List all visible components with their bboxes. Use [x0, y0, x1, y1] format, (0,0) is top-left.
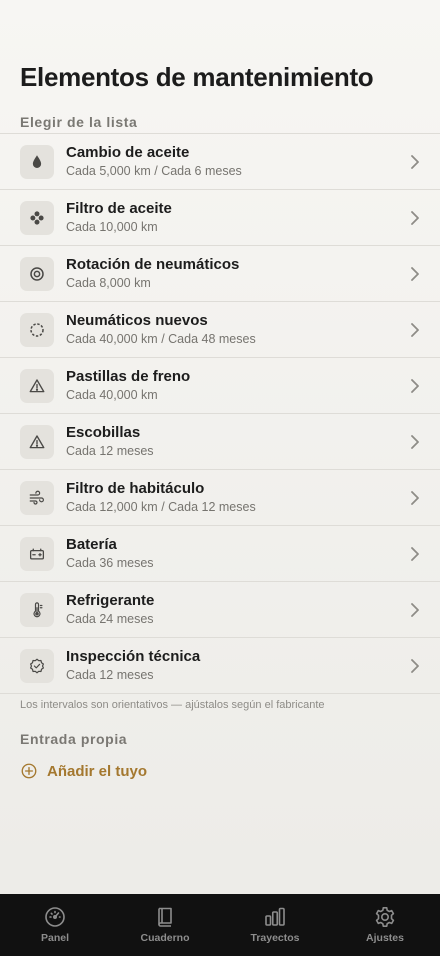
list-item-oil-filter[interactable]: Filtro de aceite Cada 10,000 km: [0, 190, 440, 246]
item-interval: Cada 8,000 km: [66, 276, 151, 290]
item-title: Filtro de habitáculo: [66, 480, 205, 497]
list-item-tire-rotation[interactable]: Rotación de neumáticos Cada 8,000 km: [0, 246, 440, 302]
chevron-right-icon: [411, 154, 419, 169]
tab-label: Trayectos: [250, 932, 300, 944]
bars-icon: [265, 907, 285, 926]
item-title: Inspección técnica: [66, 648, 201, 665]
item-title: Rotación de neumáticos: [66, 256, 240, 273]
section-label-custom: Entrada propia: [20, 731, 128, 747]
list-item-cabin-filter[interactable]: Filtro de habitáculo Cada 12,000 km / Ca…: [0, 470, 440, 526]
tab-bar: Panel Cuaderno Trayectos Ajustes: [0, 894, 440, 956]
thermometer-icon: [20, 592, 54, 627]
page-title: Elementos de mantenimiento: [20, 62, 374, 92]
item-interval: Cada 12 meses: [66, 668, 154, 682]
tab-ajustes[interactable]: Ajustes: [330, 894, 440, 944]
item-title: Cambio de aceite: [66, 144, 190, 161]
drop-icon: [20, 144, 54, 179]
item-title: Pastillas de freno: [66, 368, 191, 385]
list-item-oil-change[interactable]: Cambio de aceite Cada 5,000 km / Cada 6 …: [0, 134, 440, 190]
wind-icon: [20, 480, 54, 515]
section-label-list: Elegir de la lista: [20, 114, 138, 130]
item-title: Escobillas: [66, 424, 141, 441]
item-title: Filtro de aceite: [66, 200, 172, 217]
item-interval: Cada 12 meses: [66, 444, 154, 458]
maintenance-list: Cambio de aceite Cada 5,000 km / Cada 6 …: [0, 133, 440, 694]
book-icon: [158, 907, 172, 927]
list-item-inspection[interactable]: Inspección técnica Cada 12 meses: [0, 638, 440, 694]
item-interval: Cada 5,000 km / Cada 6 meses: [66, 164, 242, 178]
chevron-right-icon: [411, 266, 419, 281]
list-item-brake-pads[interactable]: Pastillas de freno Cada 40,000 km: [0, 358, 440, 414]
interval-note: Los intervalos son orientativos — ajústa…: [20, 699, 325, 711]
item-interval: Cada 40,000 km: [66, 388, 158, 402]
item-interval: Cada 10,000 km: [66, 220, 158, 234]
chevron-right-icon: [411, 546, 419, 561]
item-title: Refrigerante: [66, 592, 155, 609]
chevron-right-icon: [411, 658, 419, 673]
item-interval: Cada 36 meses: [66, 556, 154, 570]
chevron-right-icon: [411, 602, 419, 617]
tab-panel[interactable]: Panel: [0, 894, 110, 944]
check-badge-icon: [20, 648, 54, 683]
tab-label: Ajustes: [366, 932, 404, 944]
plus-circle-icon: [21, 763, 37, 779]
add-custom-button[interactable]: Añadir el tuyo: [20, 762, 147, 780]
item-interval: Cada 40,000 km / Cada 48 meses: [66, 332, 256, 346]
tire-icon: [20, 312, 54, 347]
chevron-right-icon: [411, 378, 419, 393]
list-item-new-tires[interactable]: Neumáticos nuevos Cada 40,000 km / Cada …: [0, 302, 440, 358]
list-item-wipers[interactable]: Escobillas Cada 12 meses: [0, 414, 440, 470]
item-interval: Cada 12,000 km / Cada 12 meses: [66, 500, 256, 514]
list-item-battery[interactable]: Batería Cada 36 meses: [0, 526, 440, 582]
tab-trayectos[interactable]: Trayectos: [220, 894, 330, 944]
filter-dots-icon: [20, 200, 54, 235]
add-custom-label: Añadir el tuyo: [47, 762, 148, 780]
tab-cuaderno[interactable]: Cuaderno: [110, 894, 220, 944]
chevron-right-icon: [411, 322, 419, 337]
warning-icon: [20, 424, 54, 459]
tab-label: Cuaderno: [140, 932, 190, 944]
tab-label: Panel: [40, 932, 69, 944]
chevron-right-icon: [411, 434, 419, 449]
chevron-right-icon: [411, 490, 419, 505]
chevron-right-icon: [411, 210, 419, 225]
battery-icon: [20, 536, 54, 571]
gear-icon: [375, 907, 395, 927]
list-item-coolant[interactable]: Refrigerante Cada 24 meses: [0, 582, 440, 638]
warning-icon: [20, 368, 54, 403]
gauge-icon: [45, 907, 65, 927]
tire-rotation-icon: [20, 256, 54, 291]
item-interval: Cada 24 meses: [66, 612, 154, 626]
item-title: Batería: [66, 536, 117, 553]
item-title: Neumáticos nuevos: [66, 312, 208, 329]
